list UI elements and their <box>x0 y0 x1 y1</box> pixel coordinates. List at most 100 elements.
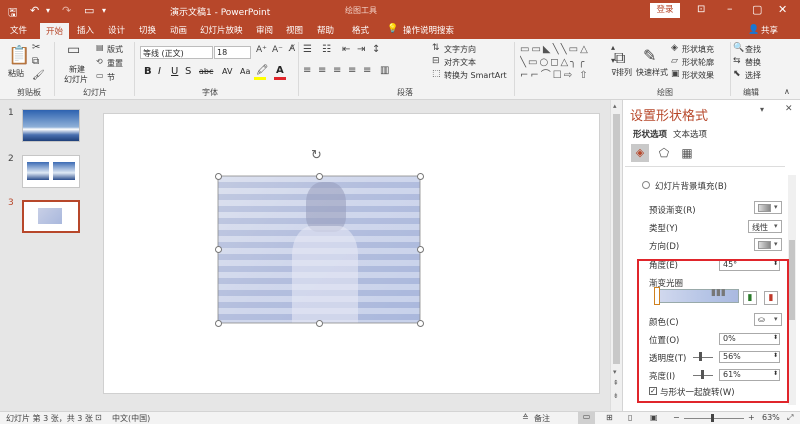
tab-view[interactable]: 视图 <box>286 24 303 36</box>
zoom-slider[interactable] <box>684 418 744 419</box>
slide-thumbnail-3[interactable] <box>22 200 80 233</box>
login-button[interactable]: 登录 <box>650 3 680 18</box>
size-properties-icon[interactable]: ▦ <box>678 144 696 162</box>
spelling-icon[interactable]: ⊡ <box>95 413 102 422</box>
tab-insert[interactable]: 插入 <box>77 24 94 36</box>
tab-help[interactable]: 帮助 <box>317 24 334 36</box>
canvas-scrollbar[interactable]: ▴ ▾ ⇞ ⇟ <box>610 100 622 411</box>
notes-button[interactable]: 备注 <box>534 413 550 424</box>
slide[interactable]: ↻ <box>103 113 600 394</box>
new-slide-label-2[interactable]: 幻灯片 <box>64 74 88 85</box>
next-slide-icon[interactable]: ⇟ <box>613 392 619 400</box>
section-button[interactable]: 节 <box>107 72 115 83</box>
increase-indent-icon[interactable]: ⇥ <box>357 44 365 55</box>
tab-file[interactable]: 文件 <box>10 24 27 36</box>
convert-smartart-button[interactable]: 转换为 SmartArt <box>444 70 507 81</box>
quick-styles-icon[interactable]: ✎ <box>643 46 656 65</box>
slide-thumbnail-2[interactable] <box>22 155 80 188</box>
highlight-color-icon[interactable]: 🖍 <box>256 65 269 76</box>
italic-button[interactable]: I <box>158 66 161 77</box>
justify-icon[interactable]: ≡ <box>348 65 356 76</box>
bullets-icon[interactable]: ☰ <box>303 44 312 55</box>
shapes-gallery[interactable]: ▭▭◣╲╲▭△ ╲▭○◻△╮╭ ⌐⌐⌒☐⇨ ⇧ <box>520 43 608 83</box>
resize-handle[interactable] <box>417 320 424 327</box>
tab-shape-options[interactable]: 形状选项 <box>633 128 667 140</box>
increase-font-icon[interactable]: A⁺ <box>256 45 267 55</box>
fit-to-window-icon[interactable]: ⤢ <box>787 413 793 423</box>
shadow-button[interactable]: S <box>185 66 191 77</box>
scroll-up-icon[interactable]: ▴ <box>613 102 617 110</box>
picture[interactable] <box>218 176 420 323</box>
text-direction-button[interactable]: 文字方向 <box>444 44 476 55</box>
find-button[interactable]: 查找 <box>745 44 761 55</box>
line-spacing-icon[interactable]: ↕ <box>372 44 380 55</box>
decrease-font-icon[interactable]: A⁻ <box>272 45 283 55</box>
resize-handle[interactable] <box>316 173 323 180</box>
zoom-level[interactable]: 63% <box>762 413 780 422</box>
copy-icon[interactable]: ⧉ <box>32 56 39 67</box>
tab-format[interactable]: 格式 <box>352 24 369 36</box>
direction-dropdown[interactable]: ▾ <box>754 238 782 251</box>
align-right-icon[interactable]: ≡ <box>333 65 341 76</box>
tab-review[interactable]: 审阅 <box>256 24 273 36</box>
redo-icon[interactable]: ↷ <box>62 4 71 17</box>
undo-dropdown-icon[interactable]: ▾ <box>46 6 50 15</box>
type-dropdown[interactable]: 线性 ▾ <box>748 220 782 233</box>
shape-effects-button[interactable]: 形状效果 <box>682 70 714 81</box>
font-name-select[interactable]: 等线 (正文) <box>140 46 213 59</box>
distributed-icon[interactable]: ≡ <box>363 65 371 76</box>
format-painter-icon[interactable]: 🖌 <box>32 70 45 81</box>
change-case-button[interactable]: Aa <box>240 67 250 76</box>
font-color-icon[interactable]: A <box>276 65 284 76</box>
share-button[interactable]: 共享 <box>761 24 778 36</box>
slide-sorter-icon[interactable]: ⊞ <box>606 413 613 422</box>
decrease-indent-icon[interactable]: ⇤ <box>342 44 350 55</box>
align-text-button[interactable]: 对齐文本 <box>444 57 476 68</box>
tab-animations[interactable]: 动画 <box>170 24 187 36</box>
undo-icon[interactable]: ↶ <box>30 4 39 17</box>
close-icon[interactable]: ✕ <box>778 3 787 16</box>
slideshow-icon[interactable]: ▣ <box>650 413 658 422</box>
scroll-thumb[interactable] <box>613 114 620 364</box>
resize-handle[interactable] <box>417 246 424 253</box>
slide-thumbnail-1[interactable] <box>22 109 80 142</box>
tab-transitions[interactable]: 切换 <box>139 24 156 36</box>
char-spacing-button[interactable]: AV <box>222 67 232 76</box>
collapse-ribbon-icon[interactable]: ∧ <box>784 87 790 96</box>
maximize-icon[interactable]: ▢ <box>752 3 762 16</box>
arrange-button[interactable]: 排列 <box>616 67 632 78</box>
shape-fill-button[interactable]: 形状填充 <box>682 44 714 55</box>
language-indicator[interactable]: 中文(中国) <box>112 413 150 424</box>
restore-ribbon-icon[interactable]: ⊡ <box>697 4 705 15</box>
zoom-slider-thumb[interactable] <box>711 414 714 422</box>
save-icon[interactable]: 🖫 <box>8 4 17 23</box>
slide-bg-fill-radio[interactable] <box>642 181 650 189</box>
shape-outline-button[interactable]: 形状轮廓 <box>682 57 714 68</box>
replace-button[interactable]: 替换 <box>745 57 761 68</box>
font-size-select[interactable]: 18 <box>214 46 251 59</box>
tab-slideshow[interactable]: 幻灯片放映 <box>200 24 243 36</box>
reading-view-icon[interactable]: ▯ <box>628 413 632 422</box>
scroll-down-icon[interactable]: ▾ <box>613 368 617 376</box>
underline-button[interactable]: U <box>171 66 178 77</box>
bold-button[interactable]: B <box>144 66 152 77</box>
cut-icon[interactable]: ✂ <box>32 42 40 53</box>
minimize-icon[interactable]: – <box>727 2 733 15</box>
paste-icon[interactable]: 📋 <box>8 45 30 66</box>
start-from-beginning-icon[interactable]: ▭ <box>84 4 94 17</box>
align-left-icon[interactable]: ≡ <box>303 65 311 76</box>
reset-button[interactable]: 重置 <box>107 58 123 69</box>
new-slide-icon[interactable]: ▭ <box>67 42 80 58</box>
paste-button[interactable]: 粘贴 <box>8 68 24 79</box>
zoom-out-icon[interactable]: − <box>673 413 680 422</box>
pane-scroll-thumb[interactable] <box>789 240 795 320</box>
strikethrough-button[interactable]: abc <box>199 67 213 76</box>
resize-handle[interactable] <box>417 173 424 180</box>
zoom-in-icon[interactable]: + <box>748 413 755 422</box>
resize-handle[interactable] <box>215 246 222 253</box>
resize-handle[interactable] <box>316 320 323 327</box>
columns-icon[interactable]: ▥ <box>380 65 389 76</box>
pane-close-icon[interactable]: ✕ <box>785 104 793 114</box>
resize-handle[interactable] <box>215 173 222 180</box>
fill-line-icon[interactable]: ◈ <box>631 144 649 162</box>
